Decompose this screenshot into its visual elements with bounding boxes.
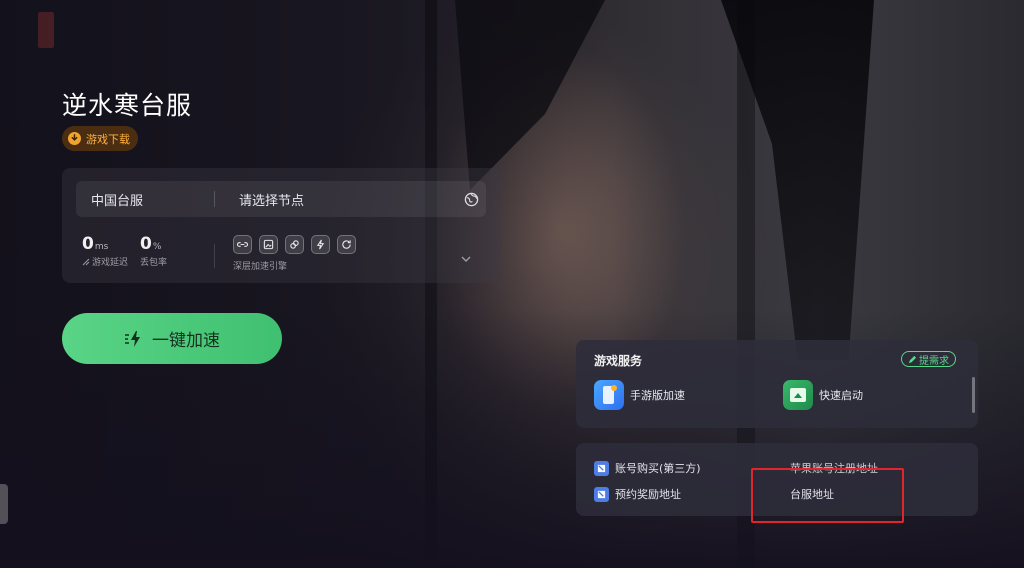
region-select[interactable]: 中国台服 bbox=[76, 190, 214, 209]
scrollbar[interactable] bbox=[972, 377, 975, 413]
loss-unit: % bbox=[152, 242, 162, 252]
bolt-icon[interactable] bbox=[311, 235, 330, 254]
link-icon[interactable] bbox=[233, 235, 252, 254]
signal-icon bbox=[82, 258, 90, 265]
link-label: 账号购买(第三方) bbox=[615, 462, 701, 475]
engine-label: 深层加速引擎 bbox=[233, 262, 288, 272]
latency-label: 游戏延迟 bbox=[92, 258, 129, 268]
request-label: 提需求 bbox=[919, 355, 949, 367]
request-button[interactable]: 提需求 bbox=[901, 351, 956, 367]
latency-stat: 0ms 游戏延迟 bbox=[82, 234, 128, 268]
network-stats: 0ms 游戏延迟 0% 丢包率 bbox=[82, 234, 167, 268]
refresh-icon[interactable] bbox=[337, 235, 356, 254]
reservation-reward-link[interactable]: 预约奖励地址 bbox=[594, 486, 681, 502]
pencil-icon bbox=[908, 355, 917, 363]
link-label: 预约奖励地址 bbox=[615, 488, 681, 501]
game-title: 逆水寒台服 bbox=[62, 91, 193, 120]
quick-launch-icon bbox=[783, 380, 813, 410]
link-label: 苹果账号注册地址 bbox=[790, 462, 878, 475]
links-card: 账号购买(第三方) 预约奖励地址 苹果账号注册地址 台服地址 bbox=[576, 443, 978, 516]
seal-mark bbox=[38, 12, 54, 48]
node-select[interactable]: 请选择节点 bbox=[215, 190, 456, 209]
loss-value: 0 bbox=[140, 234, 152, 254]
acceleration-engine: 深层加速引擎 bbox=[233, 235, 356, 272]
latency-unit: ms bbox=[94, 242, 109, 252]
services-title: 游戏服务 bbox=[594, 354, 643, 368]
accelerator-config-card: 中国台服 请选择节点 0ms 游戏延迟 0% 丢包率 深层加速引擎 bbox=[62, 168, 502, 283]
boost-icon bbox=[125, 330, 140, 347]
tw-server-link[interactable]: 台服地址 bbox=[790, 486, 834, 502]
link-icon bbox=[594, 486, 609, 502]
image-icon[interactable] bbox=[259, 235, 278, 254]
divider bbox=[214, 244, 215, 268]
side-handle[interactable] bbox=[0, 484, 8, 524]
download-label: 游戏下载 bbox=[86, 132, 130, 146]
loss-label: 丢包率 bbox=[140, 258, 168, 268]
boost-label: 一键加速 bbox=[152, 331, 220, 351]
service-label: 手游版加速 bbox=[630, 389, 685, 402]
mobile-boost-service[interactable]: 手游版加速 bbox=[594, 380, 685, 410]
link-icon bbox=[594, 460, 609, 476]
mobile-icon bbox=[594, 380, 624, 410]
download-icon bbox=[68, 132, 81, 145]
quick-launch-service[interactable]: 快速启动 bbox=[783, 380, 863, 410]
game-services-card: 游戏服务 提需求 手游版加速 快速启动 bbox=[576, 340, 978, 428]
loss-stat: 0% 丢包率 bbox=[140, 234, 167, 268]
service-label: 快速启动 bbox=[819, 389, 863, 402]
apple-account-register-link[interactable]: 苹果账号注册地址 bbox=[790, 460, 878, 476]
globe-icon[interactable] bbox=[456, 192, 486, 207]
game-download-button[interactable]: 游戏下载 bbox=[62, 126, 138, 151]
latency-value: 0 bbox=[82, 234, 94, 254]
chain-icon[interactable] bbox=[285, 235, 304, 254]
server-selector: 中国台服 请选择节点 bbox=[76, 181, 486, 217]
one-click-boost-button[interactable]: 一键加速 bbox=[62, 313, 282, 364]
link-label: 台服地址 bbox=[790, 488, 834, 501]
chevron-down-icon[interactable] bbox=[460, 248, 472, 267]
account-purchase-link[interactable]: 账号购买(第三方) bbox=[594, 460, 701, 476]
